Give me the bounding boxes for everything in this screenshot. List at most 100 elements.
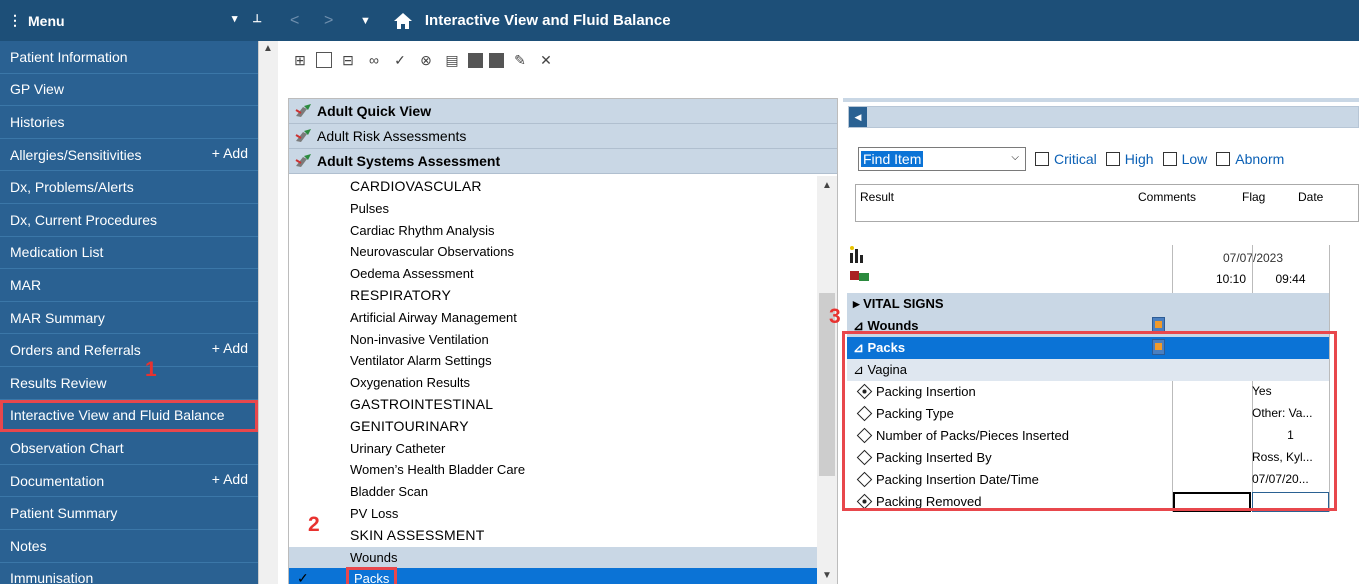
section-item[interactable]: SKIN ASSESSMENT: [289, 525, 817, 547]
time-column-1[interactable]: 10:10: [1172, 272, 1252, 286]
menu-scrollbar[interactable]: ▲: [258, 41, 278, 584]
menu-header: ⋮ Menu ▾ ⊥: [0, 0, 278, 41]
section-item[interactable]: Women’s Health Bladder Care: [289, 459, 817, 481]
section-item[interactable]: Oxygenation Results: [289, 372, 817, 394]
scroll-left-icon[interactable]: ◀: [849, 107, 867, 127]
scroll-down-icon[interactable]: ▼: [822, 570, 832, 581]
section-item[interactable]: ✓ Packs: [289, 567, 817, 584]
filter-critical-checkbox[interactable]: Critical: [1035, 151, 1097, 167]
section-label: GENITOURINARY: [350, 417, 469, 434]
checkbox-box[interactable]: [1216, 152, 1231, 166]
filter-abnorm-checkbox[interactable]: Abnorm: [1216, 151, 1284, 167]
menu-item-label: Dx, Problems/Alerts: [10, 179, 134, 196]
menu-item-label: Observation Chart: [10, 439, 124, 456]
section-list: CARDIOVASCULAR Pulses Cardiac Rhythm Analy…: [289, 176, 817, 584]
section-item[interactable]: Non-invasive Ventilation: [289, 329, 817, 351]
menu-item-label: Dx, Current Procedures: [10, 211, 158, 228]
close-icon[interactable]: ✕: [536, 51, 556, 69]
section-item[interactable]: Cardiac Rhythm Analysis: [289, 220, 817, 242]
section-item[interactable]: Wounds: [289, 546, 817, 569]
column-header[interactable]: Date: [1298, 190, 1323, 204]
menu-item[interactable]: MAR: [0, 269, 258, 302]
filter-low-checkbox[interactable]: Low: [1162, 151, 1207, 167]
note-icon[interactable]: ✎: [510, 51, 530, 69]
menu-item[interactable]: MAR Summary: [0, 302, 258, 335]
history-dropdown-icon[interactable]: ▼: [360, 15, 371, 27]
block-icon[interactable]: [468, 52, 483, 68]
filter-label: High: [1124, 151, 1154, 167]
home-icon[interactable]: [393, 12, 413, 30]
add-button[interactable]: + Add: [212, 145, 248, 161]
menu-item[interactable]: Patient Summary: [0, 497, 258, 530]
section-item[interactable]: Ventilator Alarm Settings: [289, 350, 817, 372]
menu-item[interactable]: Patient Information: [0, 41, 258, 74]
menu-pin-icon[interactable]: ▾ ⊥: [232, 12, 268, 25]
scroll-up-icon[interactable]: ▲: [822, 180, 832, 191]
column-header[interactable]: Comments: [1138, 190, 1196, 204]
section-item[interactable]: RESPIRATORY: [289, 285, 817, 307]
link-icon[interactable]: ⊞: [290, 51, 310, 69]
menu-item[interactable]: Notes: [0, 530, 258, 563]
menu-item[interactable]: Documentation + Add: [0, 465, 258, 498]
band-header[interactable]: Adult Quick View: [289, 99, 837, 124]
find-item-value: Find Item: [861, 151, 924, 167]
section-label: Pulses: [350, 200, 390, 216]
band-header[interactable]: Adult Risk Assessments: [289, 124, 837, 149]
horizontal-scrollbar[interactable]: ◀: [848, 106, 1359, 128]
menu-item[interactable]: Immunisation: [0, 563, 258, 584]
callout-3: 3: [829, 305, 841, 328]
row-label: ▸ VITAL SIGNS: [853, 296, 944, 312]
plus-icon: +: [211, 470, 220, 487]
menu-item[interactable]: Allergies/Sensitivities + Add: [0, 139, 258, 172]
menu-item[interactable]: Observation Chart: [0, 432, 258, 465]
section-item[interactable]: GENITOURINARY: [289, 416, 817, 438]
scroll-up-icon[interactable]: ▲: [263, 43, 273, 54]
find-item-select[interactable]: Find Item ⌵: [858, 147, 1026, 171]
section-item[interactable]: Pulses: [289, 198, 817, 220]
section-item[interactable]: Neurovascular Observations: [289, 241, 817, 263]
section-scrollbar[interactable]: ▲ ▼: [817, 176, 837, 584]
menu-item[interactable]: Histories: [0, 106, 258, 139]
menu-item-label: MAR Summary: [10, 309, 105, 326]
menu-item-label: Results Review: [10, 374, 107, 391]
menu-item[interactable]: Dx, Problems/Alerts: [0, 171, 258, 204]
forward-arrow-icon[interactable]: >: [324, 12, 346, 30]
section-label: Non-invasive Ventilation: [350, 331, 489, 347]
filter-high-checkbox[interactable]: High: [1105, 151, 1154, 167]
cancel-icon[interactable]: ⊗: [416, 51, 436, 69]
add-label: Add: [223, 340, 248, 357]
section-item[interactable]: Urinary Catheter: [289, 438, 817, 460]
add-button[interactable]: + Add: [212, 340, 248, 356]
sign-icon[interactable]: ✓: [390, 51, 410, 69]
menu-item[interactable]: Results Review: [0, 367, 258, 400]
insert-icon[interactable]: ⊟: [338, 51, 358, 69]
menu-item[interactable]: Orders and Referrals + Add: [0, 334, 258, 367]
section-item[interactable]: CARDIOVASCULAR: [289, 176, 817, 198]
section-item[interactable]: PV Loss: [289, 503, 817, 525]
column-header[interactable]: Result: [860, 190, 894, 204]
section-item[interactable]: GASTROINTESTINAL: [289, 394, 817, 416]
menu-item[interactable]: Interactive View and Fluid Balance: [0, 399, 258, 433]
block2-icon[interactable]: [489, 52, 504, 68]
column-header[interactable]: Flag: [1242, 190, 1265, 204]
clipboard-icon[interactable]: ▤: [442, 51, 462, 69]
checkbox-box[interactable]: [1035, 152, 1049, 166]
layout-icon[interactable]: [316, 52, 332, 68]
flowsheet-row[interactable]: ▸ VITAL SIGNS: [847, 293, 1329, 315]
time-column-2[interactable]: 09:44: [1252, 272, 1329, 286]
checkbox-box[interactable]: [1105, 152, 1120, 166]
glasses-icon[interactable]: ∞: [364, 51, 384, 69]
band-navigator: Adult Quick View Adult Risk Assessments Ad…: [288, 98, 838, 584]
section-item[interactable]: Oedema Assessment: [289, 263, 817, 285]
menu-item-label: Immunisation: [10, 570, 94, 584]
menu-item[interactable]: Dx, Current Procedures: [0, 204, 258, 237]
menu-item[interactable]: GP View: [0, 74, 258, 107]
back-arrow-icon[interactable]: <: [290, 12, 312, 30]
flowsheet-tools-icon[interactable]: [849, 245, 873, 285]
checkbox-box[interactable]: [1162, 152, 1177, 166]
add-button[interactable]: + Add: [212, 471, 248, 487]
section-item[interactable]: Artificial Airway Management: [289, 307, 817, 329]
band-header[interactable]: Adult Systems Assessment: [289, 149, 837, 174]
menu-item[interactable]: Medication List: [0, 237, 258, 270]
section-item[interactable]: Bladder Scan: [289, 481, 817, 503]
